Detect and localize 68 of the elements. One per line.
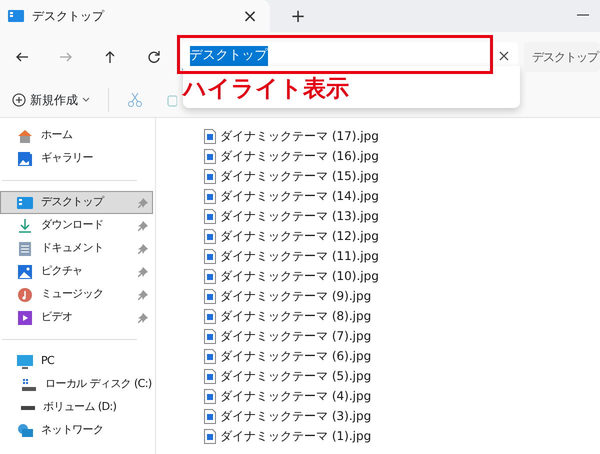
picture-icon <box>17 264 33 280</box>
folder-icon <box>8 9 24 23</box>
tab[interactable]: デスクトップ × <box>0 0 270 32</box>
sidebar-item[interactable]: ピクチャ <box>0 260 153 283</box>
file-item[interactable]: ダイナミックテーマ (11).jpg <box>204 246 379 266</box>
image-file-icon <box>204 208 216 224</box>
file-item[interactable]: ダイナミックテーマ (6).jpg <box>204 346 379 366</box>
file-item[interactable]: ダイナミックテーマ (7).jpg <box>204 326 379 346</box>
document-icon <box>17 240 33 256</box>
drive-icon <box>21 406 35 410</box>
sidebar-item[interactable]: ボリューム (D:) <box>0 396 153 419</box>
file-item[interactable]: ダイナミックテーマ (3).jpg <box>204 406 379 426</box>
clear-button[interactable]: × <box>496 44 512 68</box>
file-item[interactable]: ダイナミックテーマ (8).jpg <box>204 306 379 326</box>
sidebar-item[interactable]: ホーム <box>0 124 153 147</box>
drive-icon <box>21 376 37 392</box>
file-item[interactable]: ダイナミックテーマ (15).jpg <box>204 166 379 186</box>
annotation-label: ハイライト表示 <box>183 76 349 104</box>
download-icon <box>17 218 33 234</box>
image-file-icon <box>204 268 216 284</box>
sidebar-item[interactable]: ギャラリー <box>0 147 153 170</box>
image-file-icon <box>204 228 216 244</box>
file-item[interactable]: ダイナミックテーマ (1).jpg <box>204 426 379 446</box>
image-file-icon <box>204 128 216 144</box>
network-icon <box>17 422 33 438</box>
sidebar-item[interactable]: ダウンロード <box>0 214 153 237</box>
file-item[interactable]: ダイナミックテーマ (14).jpg <box>204 186 379 206</box>
image-file-icon <box>204 408 216 424</box>
chevron-down-icon <box>82 96 90 102</box>
sidebar-item[interactable]: デスクトップ <box>0 191 153 214</box>
file-item[interactable]: ダイナミックテーマ (16).jpg <box>204 146 379 166</box>
search-field[interactable]: デスクトップ <box>524 42 600 72</box>
plus-circle-icon <box>12 92 26 106</box>
new-button[interactable]: 新規作成 <box>8 86 94 112</box>
image-file-icon <box>204 288 216 304</box>
sidebar-item[interactable]: ビデオ <box>0 306 153 329</box>
sidebar-item[interactable]: ドキュメント <box>0 237 153 260</box>
sidebar-item[interactable]: ミュージック <box>0 283 153 306</box>
image-file-icon <box>204 148 216 164</box>
monitor-icon <box>17 354 33 370</box>
sidebar-item[interactable]: ネットワーク <box>0 419 153 442</box>
file-item[interactable]: ダイナミックテーマ (17).jpg <box>204 126 379 146</box>
desktop-icon <box>17 194 33 210</box>
file-item[interactable]: ダイナミックテーマ (4).jpg <box>204 386 379 406</box>
close-tab-button[interactable]: × <box>238 2 262 30</box>
image-file-icon <box>204 248 216 264</box>
sidebar-item[interactable]: ローカル ディスク (C:) <box>0 373 153 396</box>
file-item[interactable]: ダイナミックテーマ (9).jpg <box>204 286 379 306</box>
refresh-icon[interactable] <box>146 49 162 65</box>
image-file-icon <box>204 308 216 324</box>
gallery-icon <box>17 150 33 166</box>
music-icon <box>17 286 33 302</box>
image-file-icon <box>204 328 216 344</box>
file-item[interactable]: ダイナミックテーマ (10).jpg <box>204 266 379 286</box>
file-item[interactable]: ダイナミックテーマ (5).jpg <box>204 366 379 386</box>
image-file-icon <box>204 188 216 204</box>
image-file-icon <box>204 388 216 404</box>
file-item[interactable]: ダイナミックテーマ (12).jpg <box>204 226 379 246</box>
image-file-icon <box>204 428 216 444</box>
new-tab-button[interactable]: + <box>286 2 310 30</box>
sidebar-item[interactable]: PC <box>0 350 153 373</box>
file-item[interactable]: ダイナミックテーマ (13).jpg <box>204 206 379 226</box>
tab-title: デスクトップ <box>32 8 106 25</box>
image-file-icon <box>204 168 216 184</box>
home-icon <box>17 128 33 144</box>
image-file-icon <box>204 348 216 364</box>
video-icon <box>17 310 33 326</box>
image-file-icon <box>204 368 216 384</box>
